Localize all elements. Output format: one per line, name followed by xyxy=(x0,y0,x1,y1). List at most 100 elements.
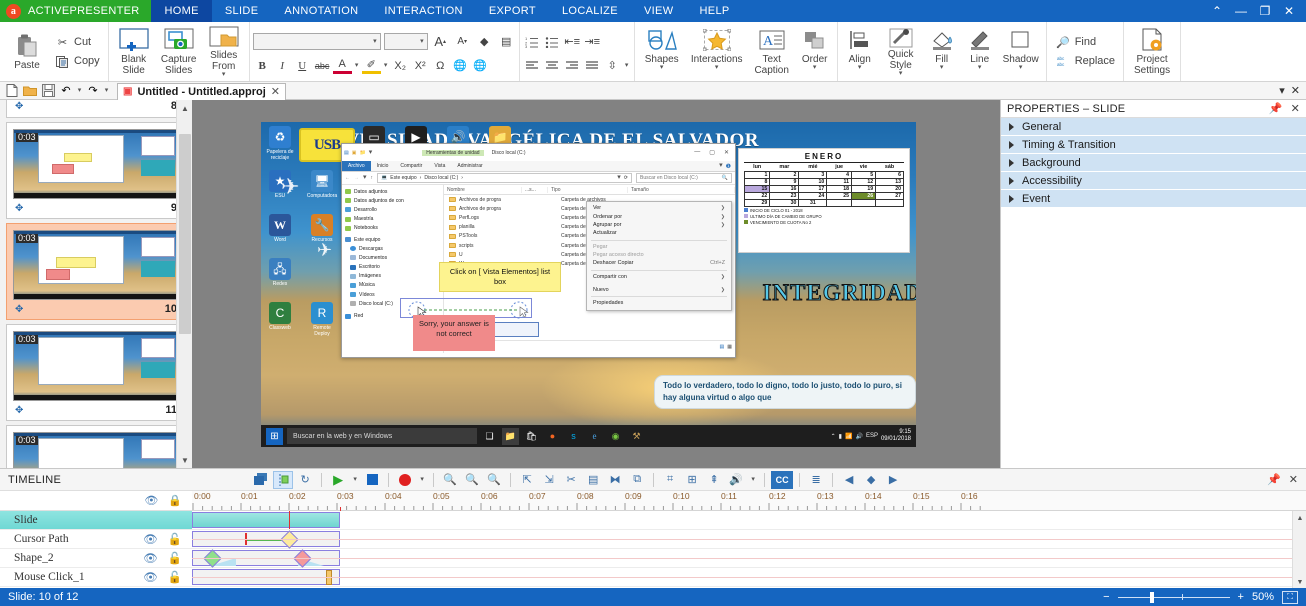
property-section-background[interactable]: Background xyxy=(1001,154,1306,172)
sidebar-item[interactable]: Este equipo xyxy=(345,235,443,244)
yellow-callout[interactable]: Click on [ Vista Elementos] list box xyxy=(439,262,561,292)
line-button[interactable]: Line ▾ xyxy=(961,24,999,79)
large-icons-view-icon[interactable]: ▦ xyxy=(727,344,732,350)
play-icon[interactable]: ▶ xyxy=(328,471,348,489)
desktop-icon-classweb[interactable]: C Classweb xyxy=(263,302,297,331)
highlight-dropdown-icon[interactable]: ▾ xyxy=(382,56,390,75)
next-keyframe-icon[interactable]: ▶ xyxy=(883,471,903,489)
highlight-icon[interactable]: ✐ xyxy=(361,57,381,74)
timeline-track-cursor-path[interactable]: Cursor Path 👁 🔓 xyxy=(0,530,192,549)
breadcrumb-disco-local[interactable]: Disco local (C:) xyxy=(424,175,458,181)
replace-button[interactable]: abc abc Replace xyxy=(1054,53,1120,70)
globe-icon[interactable]: 🌐 xyxy=(451,56,470,75)
slides-from-dropdown-icon[interactable]: ▾ xyxy=(222,71,226,78)
decrease-indent-icon[interactable]: ⇤≡ xyxy=(563,32,582,51)
undo-dropdown-icon[interactable]: ▾ xyxy=(75,83,84,99)
desktop-icon-network[interactable]: 🖧 Redes xyxy=(263,258,297,287)
find-button[interactable]: 🔎 Find xyxy=(1054,34,1120,51)
taskbar-search-input[interactable]: Buscar en la web y en Windows xyxy=(287,428,477,444)
menu-help[interactable]: HELP xyxy=(686,0,742,22)
align-dropdown-icon[interactable]: ▾ xyxy=(858,64,862,71)
text-box-icon[interactable]: ▤ xyxy=(497,32,516,51)
column-nombre[interactable]: Nombre xyxy=(444,186,522,193)
explorer-help-icon[interactable]: ❶ xyxy=(726,163,731,170)
align-button[interactable]: Align ▾ xyxy=(841,24,879,79)
lock-icon[interactable]: 🔒 xyxy=(168,494,182,507)
lock-icon[interactable]: 🔓 xyxy=(168,570,182,584)
underline-icon[interactable]: U xyxy=(293,56,312,75)
timeline-row-cursor-path[interactable] xyxy=(192,530,1306,549)
sidebar-item[interactable]: Maestría xyxy=(345,215,443,224)
timeline-row-slide[interactable] xyxy=(192,511,1306,530)
shapes-button[interactable]: Shapes ▾ xyxy=(638,24,686,79)
sidebar-item[interactable]: Desarrollo xyxy=(345,205,443,214)
context-menu-item-ordenar-por[interactable]: Ordenar por ❯ xyxy=(587,212,731,220)
close-icon[interactable]: ✕ xyxy=(1289,473,1298,486)
cursor-path-bar[interactable] xyxy=(192,531,340,547)
eye-icon[interactable]: 👁 xyxy=(144,494,158,507)
zoom-out-icon[interactable]: 🔍 xyxy=(440,471,460,489)
explorer-tab-archivo[interactable]: Archivo xyxy=(342,161,371,171)
forward-icon[interactable]: → xyxy=(354,175,359,181)
context-menu-item-deshacer-copiar[interactable]: Deshacer Copiar Ctrl+Z xyxy=(587,259,731,267)
cut-button[interactable]: ✂ Cut xyxy=(53,34,105,51)
context-menu-item-propiedades[interactable]: Propiedades xyxy=(587,299,731,307)
scroll-up-icon[interactable]: ▲ xyxy=(1293,511,1306,525)
menu-slide[interactable]: SLIDE xyxy=(212,0,272,22)
justify-icon[interactable] xyxy=(583,56,602,75)
font-color-dropdown-icon[interactable]: ▾ xyxy=(353,56,361,75)
file-explorer-window[interactable]: ▤ ▣ 📁 ▾ Herramientas de unidad Disco loc… xyxy=(341,143,736,358)
undo-icon[interactable]: ↶ xyxy=(57,83,75,99)
eye-icon[interactable]: 👁 xyxy=(143,570,158,584)
text-caption-button[interactable]: A Text Caption xyxy=(748,24,796,79)
collapse-ribbon-icon[interactable]: ⌃ xyxy=(1206,0,1228,22)
tab-close-icon[interactable]: ✕ xyxy=(271,85,280,98)
slide-canvas-area[interactable]: UNIVERSIDAD EVANGÉLICA DE EL SALVADOR US… xyxy=(192,100,1000,468)
merge-icon[interactable]: ⧉ xyxy=(627,471,647,489)
quick-style-button[interactable]: Quick Style ▾ xyxy=(879,24,923,79)
menu-export[interactable]: EXPORT xyxy=(476,0,549,22)
column-fecha[interactable]: ...s... xyxy=(522,186,548,193)
menu-home[interactable]: HOME xyxy=(151,0,212,22)
desktop-icon-tools[interactable]: 🔧 Recursos xyxy=(305,214,339,243)
explorer-tab-administrar[interactable]: Administrar xyxy=(451,161,488,171)
windows-start-icon[interactable]: ⊞ xyxy=(266,427,283,445)
explorer-tab-vista[interactable]: Vista xyxy=(428,161,451,171)
timeline-row-shape-2[interactable] xyxy=(192,549,1306,568)
pin-icon[interactable]: 📌 xyxy=(1269,102,1283,115)
line-spacing-dropdown-icon[interactable]: ▾ xyxy=(623,56,631,75)
align-left-icon[interactable] xyxy=(523,56,542,75)
play-dropdown-icon[interactable]: ▾ xyxy=(350,471,360,489)
save-icon[interactable] xyxy=(39,83,57,99)
pin-icon[interactable]: 📌 xyxy=(1267,473,1281,486)
fit-icon[interactable]: 🔍 xyxy=(462,471,482,489)
desktop-icon-remote-deploy[interactable]: R Remote Deploy xyxy=(305,302,339,337)
recent-locations-icon[interactable]: ▾ xyxy=(363,174,367,181)
tray-network-icon[interactable]: 📶 xyxy=(845,433,852,440)
lock-icon[interactable]: 🔓 xyxy=(168,551,182,565)
lock-icon[interactable]: 🔓 xyxy=(168,532,182,546)
context-menu-item-actualizar[interactable]: Actualizar xyxy=(587,229,731,237)
insert-time-icon[interactable]: ⇱ xyxy=(517,471,537,489)
tray-chevron-icon[interactable]: ⌃ xyxy=(831,433,836,440)
align-center-icon[interactable] xyxy=(543,56,562,75)
strikethrough-icon[interactable]: abc xyxy=(313,56,332,75)
details-view-icon[interactable]: ▤ xyxy=(720,344,725,350)
desktop-icon-recycle[interactable]: ♻ Papelera de reciclaje xyxy=(263,126,297,161)
property-section-general[interactable]: General xyxy=(1001,118,1306,136)
close-ribbon-icon[interactable]: ✕ xyxy=(1291,84,1300,97)
subscript-icon[interactable]: X₂ xyxy=(391,56,410,75)
shapes-dropdown-icon[interactable]: ▾ xyxy=(660,64,664,71)
timeline-tracks[interactable]: 0:00 0:01 0:02 0:03 0:04 0:05 0:06 0:07 … xyxy=(192,491,1306,589)
file-explorer-icon[interactable]: 📁 xyxy=(502,427,519,445)
tray-volume-icon[interactable]: 🔊 xyxy=(855,433,862,440)
numbered-list-icon[interactable]: 123 xyxy=(523,32,542,51)
explorer-close-icon[interactable]: ✕ xyxy=(724,149,729,156)
ribbon-options-icon[interactable]: ▾ xyxy=(1279,84,1285,97)
sidebar-item[interactable]: Datos adjuntos xyxy=(345,187,443,196)
timeline-track-mouse-click-1[interactable]: Mouse Click_1 👁 🔓 xyxy=(0,568,192,587)
property-section-event[interactable]: Event xyxy=(1001,190,1306,208)
align-right-icon[interactable] xyxy=(563,56,582,75)
fit-to-window-icon[interactable]: ⛶ xyxy=(1282,590,1298,604)
fill-button[interactable]: Fill ▾ xyxy=(923,24,961,79)
